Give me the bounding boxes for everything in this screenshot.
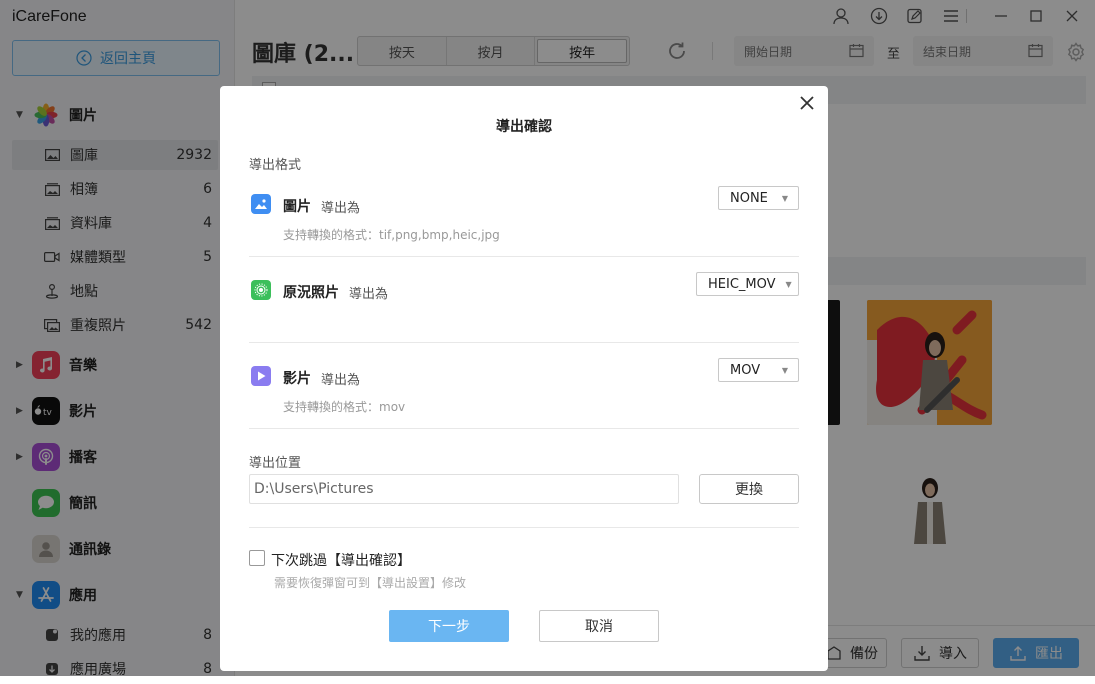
select-value: MOV — [730, 362, 761, 378]
format-name: 影片 — [283, 371, 311, 387]
video-play-icon — [251, 366, 271, 386]
video-format-select[interactable]: MOV ▼ — [718, 358, 799, 382]
format-section-label: 導出格式 — [249, 158, 302, 173]
format-row-live-photo: 原況照片 導出為 HEIC_MOV ▼ — [249, 272, 799, 343]
skip-confirm-label[interactable]: 下次跳過【導出確認】 — [271, 550, 411, 570]
app-window: iCareFone 返回主頁 ▼ 圖片 圖庫 2932 相簿 6 資料庫 4 媒… — [0, 0, 1095, 678]
live-photo-format-select[interactable]: HEIC_MOV ▼ — [696, 272, 799, 296]
skip-confirm-hint: 需要恢復彈窗可到【導出設置】修改 — [274, 576, 467, 590]
chevron-down-icon: ▼ — [785, 279, 792, 289]
export-confirm-dialog: 導出確認 導出格式 圖片 導出為 NONE ▼ 支持轉換的格式：tif,png,… — [220, 86, 828, 671]
cancel-button[interactable]: 取消 — [539, 610, 659, 642]
location-label: 導出位置 — [249, 456, 302, 471]
format-export-as: 導出為 — [321, 201, 361, 216]
format-name: 原況照片 — [283, 285, 339, 301]
dialog-title: 導出確認 — [496, 119, 552, 135]
divider — [249, 527, 799, 528]
photo-format-icon — [251, 194, 271, 214]
change-path-button[interactable]: 更換 — [699, 474, 799, 504]
select-value: NONE — [730, 190, 768, 206]
format-export-as: 導出為 — [321, 373, 361, 388]
format-export-as: 導出為 — [349, 287, 389, 302]
photo-format-select[interactable]: NONE ▼ — [718, 186, 799, 210]
export-path-input[interactable]: D:\Users\Pictures — [249, 474, 679, 504]
format-hint: 支持轉換的格式：tif,png,bmp,heic,jpg — [283, 228, 500, 242]
chevron-down-icon: ▼ — [781, 365, 788, 375]
live-photo-icon — [251, 280, 271, 300]
close-icon[interactable] — [796, 92, 818, 114]
format-hint: 支持轉換的格式：mov — [283, 400, 406, 414]
next-step-button[interactable]: 下一步 — [389, 610, 509, 642]
chevron-down-icon: ▼ — [781, 193, 788, 203]
skip-confirm-checkbox[interactable] — [249, 550, 265, 566]
export-path-value: D:\Users\Pictures — [254, 481, 374, 497]
format-row-photo: 圖片 導出為 NONE ▼ 支持轉換的格式：tif,png,bmp,heic,j… — [249, 186, 799, 257]
format-name: 圖片 — [283, 199, 311, 215]
format-row-video: 影片 導出為 MOV ▼ 支持轉換的格式：mov — [249, 358, 799, 429]
select-value: HEIC_MOV — [708, 276, 776, 292]
